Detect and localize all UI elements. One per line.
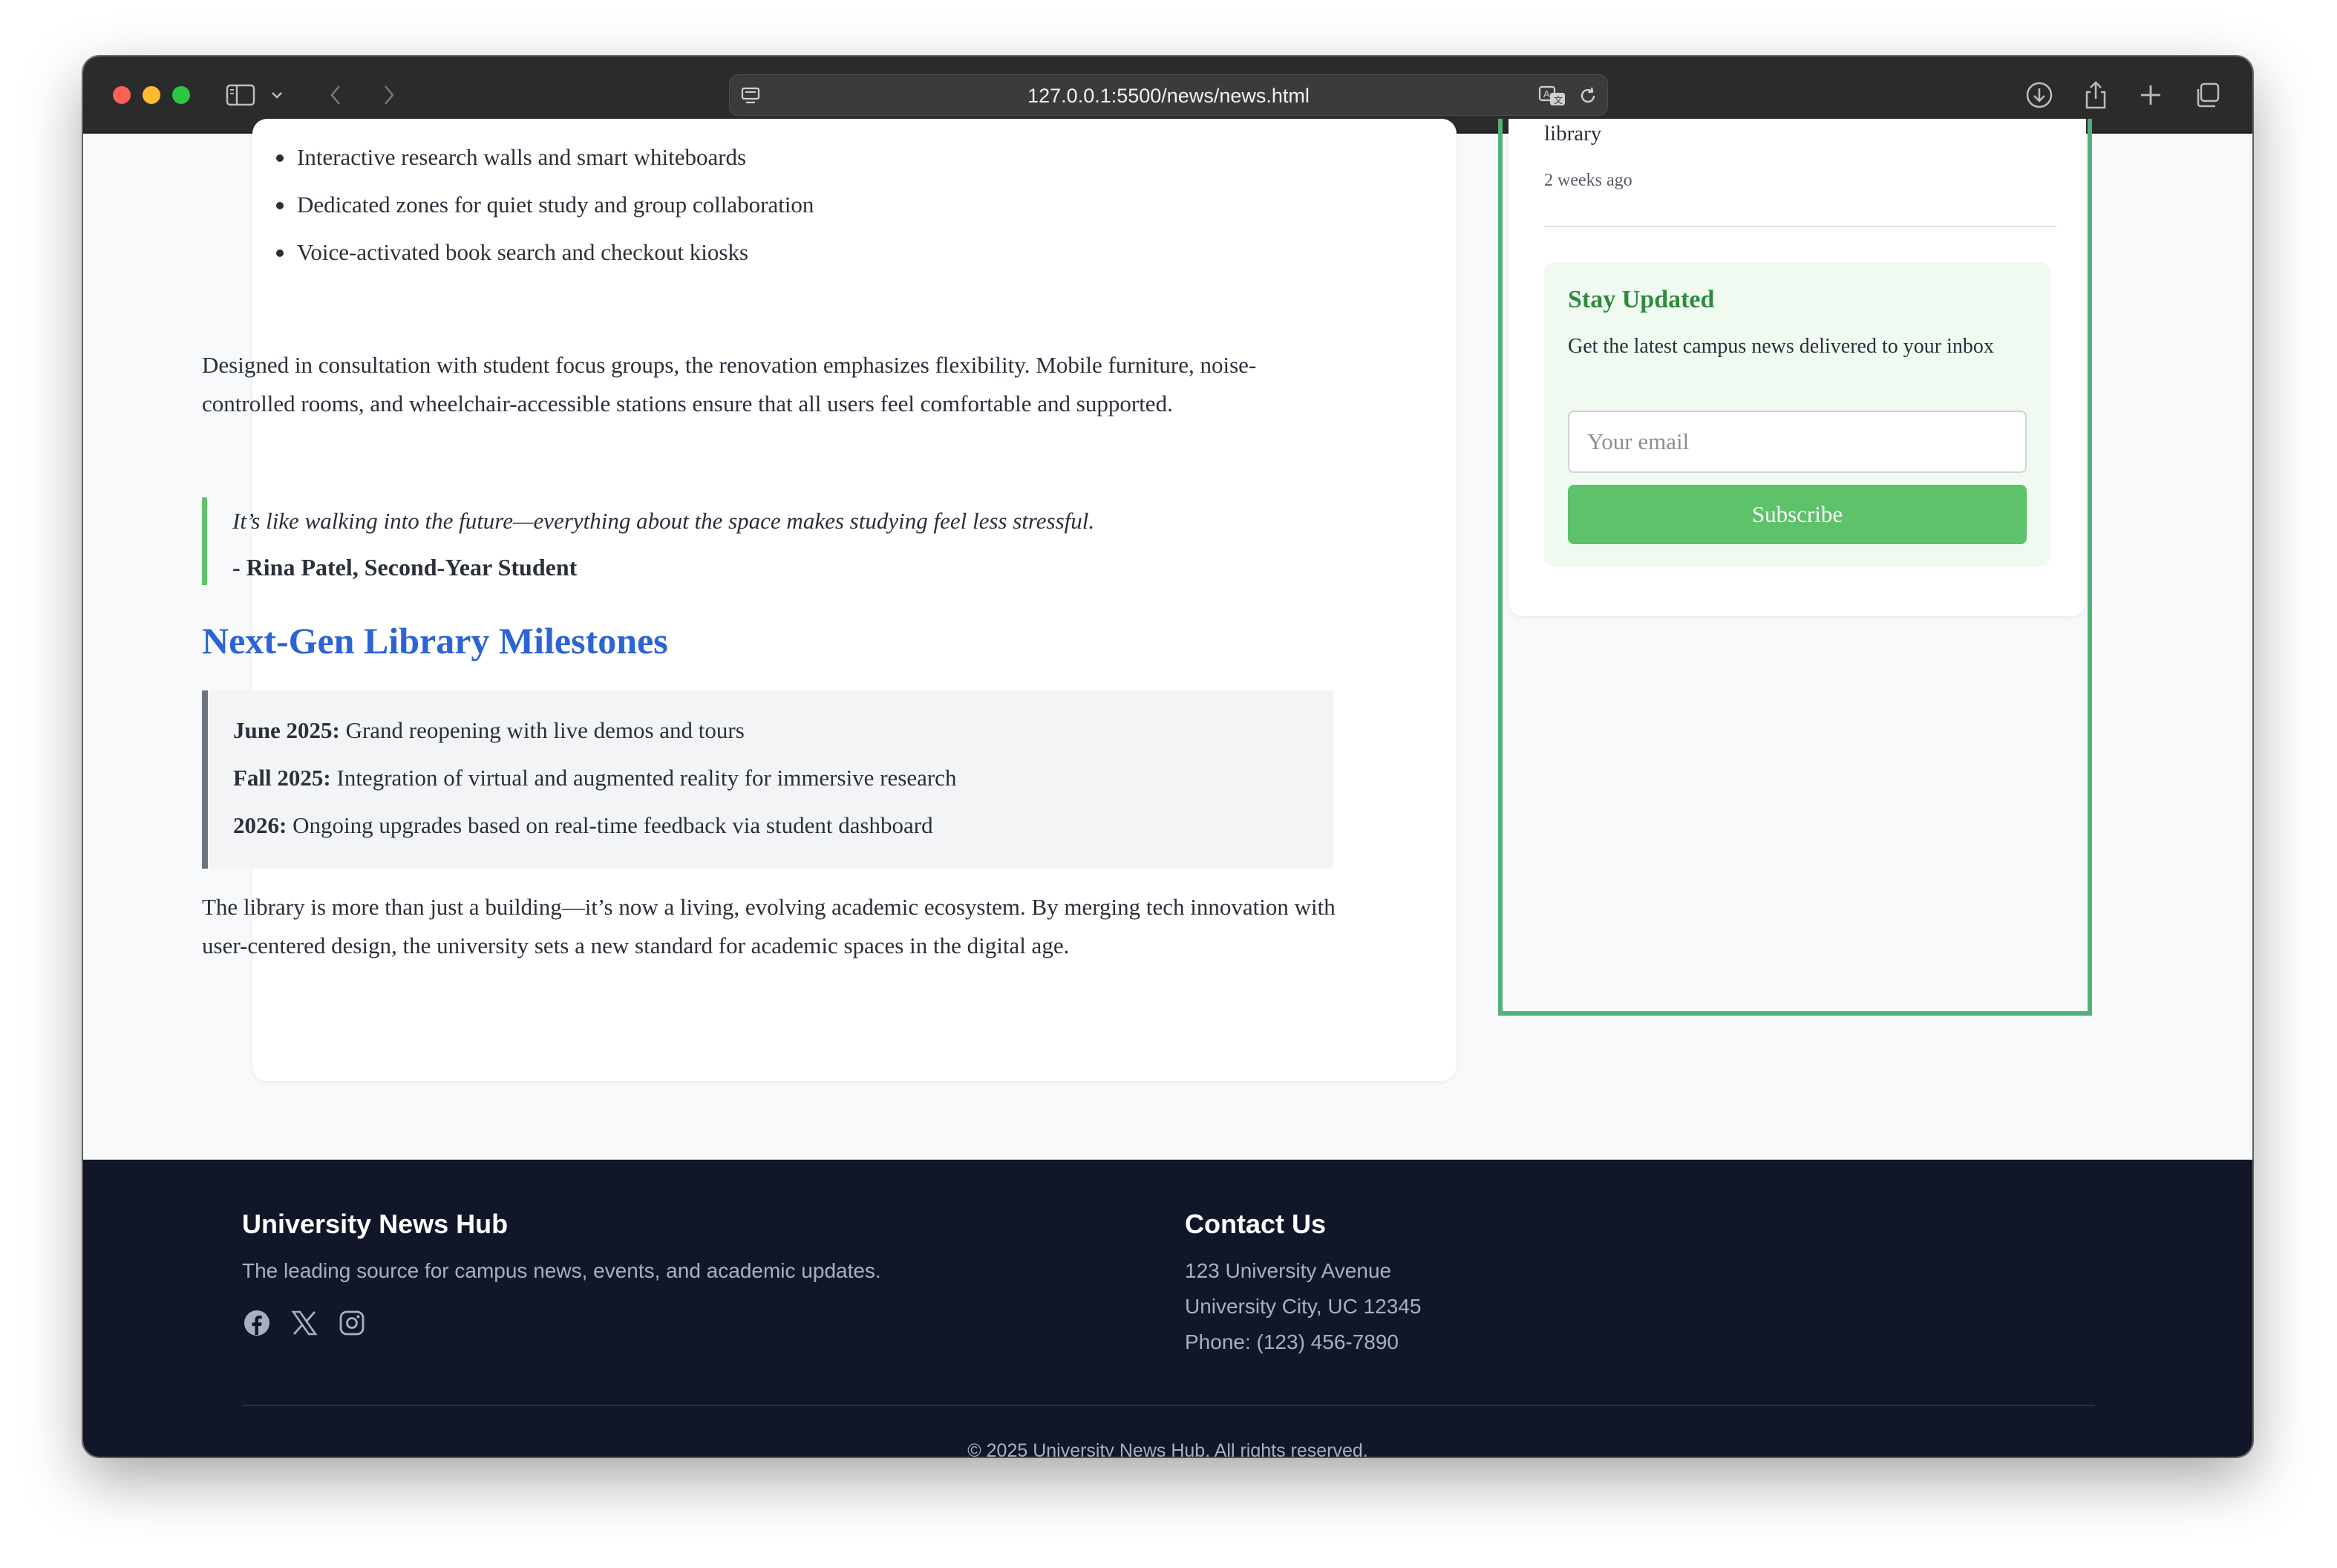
milestones-box: June 2025: Grand reopening with live dem…: [202, 690, 1333, 869]
facebook-icon[interactable]: [242, 1308, 272, 1338]
downloads-icon[interactable]: [2022, 79, 2056, 111]
newsletter-title: Stay Updated: [1568, 286, 1715, 313]
newsletter-box: Stay Updated Get the latest campus news …: [1544, 262, 2050, 566]
footer-address-line1: 123 University Avenue: [1185, 1259, 1392, 1282]
address-bar[interactable]: 127.0.0.1:5500/news/news.html A文: [729, 74, 1608, 116]
tab-overview-icon[interactable]: [2190, 79, 2224, 111]
article-paragraph: Designed in consultation with student fo…: [202, 352, 1257, 416]
list-item: Dedicated zones for quiet study and grou…: [275, 181, 814, 229]
related-article-title[interactable]: library: [1544, 122, 1601, 146]
footer-phone: Phone: (123) 456-7890: [1185, 1330, 1399, 1353]
x-icon[interactable]: [290, 1308, 319, 1338]
footer-contact-title: Contact Us: [1185, 1209, 1327, 1239]
divider: [1544, 226, 2056, 227]
svg-text:A: A: [1543, 88, 1550, 99]
milestone-text: Integration of virtual and augmented rea…: [336, 765, 957, 791]
milestone-date: 2026:: [233, 812, 287, 838]
milestone-text: Grand reopening with live demos and tour…: [345, 717, 745, 743]
milestone-date: June 2025:: [233, 717, 340, 743]
milestone-row: 2026: Ongoing upgrades based on real-tim…: [233, 802, 1333, 849]
share-icon[interactable]: [2079, 79, 2113, 111]
footer-copyright: © 2025 University News Hub. All rights r…: [967, 1440, 1368, 1457]
quote-text: It’s like walking into the future—everyt…: [232, 508, 1095, 534]
browser-window: 127.0.0.1:5500/news/news.html A文 Interac…: [83, 56, 2252, 1457]
svg-text:文: 文: [1554, 94, 1563, 105]
new-tab-icon[interactable]: [2134, 79, 2168, 111]
list-item: Interactive research walls and smart whi…: [275, 134, 814, 181]
sidebar-card: library 2 weeks ago Stay Updated Get the…: [1509, 119, 2086, 616]
url-text[interactable]: 127.0.0.1:5500/news/news.html: [730, 75, 1607, 117]
milestone-row: June 2025: Grand reopening with live dem…: [233, 707, 1333, 754]
forward-arrow-icon[interactable]: [373, 79, 405, 111]
chevron-down-icon[interactable]: [266, 79, 288, 111]
sidebar-toggle-icon[interactable]: [223, 79, 258, 111]
footer-divider: [242, 1405, 2095, 1406]
quote-author: - Rina Patel, Second-Year Student: [232, 554, 578, 581]
milestone-date: Fall 2025:: [233, 765, 331, 791]
related-article-time: 2 weeks ago: [1544, 171, 1632, 190]
feature-list: Interactive research walls and smart whi…: [275, 134, 814, 276]
email-field[interactable]: [1568, 411, 2027, 473]
reload-icon[interactable]: [1573, 79, 1603, 112]
back-arrow-icon[interactable]: [319, 79, 352, 111]
list-item: Voice-activated book search and checkout…: [275, 229, 814, 276]
site-footer: University News Hub The leading source f…: [83, 1160, 2252, 1457]
article-paragraph: The library is more than just a building…: [202, 894, 1336, 958]
translate-icon[interactable]: A文: [1536, 79, 1569, 112]
footer-brand-title: University News Hub: [242, 1209, 509, 1239]
newsletter-description: Get the latest campus news delivered to …: [1568, 335, 1994, 358]
footer-address-line2: University City, UC 12345: [1185, 1295, 1422, 1318]
subscribe-button[interactable]: Subscribe: [1568, 485, 2027, 544]
footer-tagline: The leading source for campus news, even…: [242, 1259, 881, 1282]
close-window-button[interactable]: [113, 86, 131, 104]
minimize-window-button[interactable]: [143, 86, 160, 104]
section-heading: Next-Gen Library Milestones: [202, 620, 668, 662]
milestone-row: Fall 2025: Integration of virtual and au…: [233, 754, 1333, 802]
pull-quote: It’s like walking into the future—everyt…: [202, 497, 1338, 585]
milestone-text: Ongoing upgrades based on real-time feed…: [292, 812, 933, 838]
zoom-window-button[interactable]: [172, 86, 190, 104]
sidebar: library 2 weeks ago Stay Updated Get the…: [1498, 119, 2092, 1016]
instagram-icon[interactable]: [337, 1308, 367, 1338]
